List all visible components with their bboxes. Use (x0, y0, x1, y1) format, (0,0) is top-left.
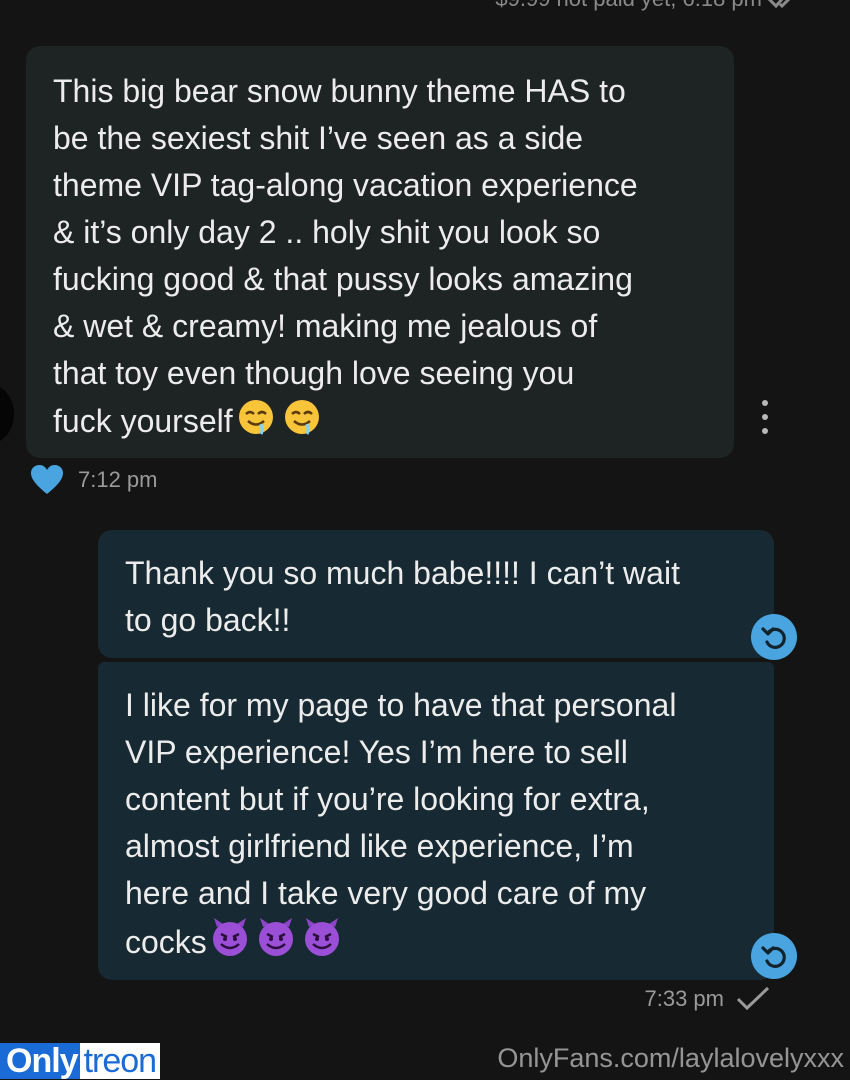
watermark-logo-part1: Only (0, 1043, 80, 1079)
watermark-logo-part2: treon (79, 1043, 161, 1079)
undo-icon[interactable] (751, 614, 797, 660)
double-check-icon (767, 0, 791, 9)
outgoing-message-bubble[interactable]: Thank you so much babe!!!! I can’t wait … (98, 530, 774, 658)
outgoing-message-bubble[interactable]: I like for my page to have that personal… (98, 662, 774, 980)
incoming-message-time: 7:12 pm (78, 467, 158, 492)
drooling-face-icon (236, 397, 326, 450)
incoming-message-text: This big bear snow bunny theme HAS to be… (53, 73, 638, 439)
outgoing-message-text: I like for my page to have that personal… (125, 687, 677, 960)
drooling-face-icon-1 (238, 400, 273, 435)
outgoing-message-time: 7:33 pm (644, 986, 725, 1011)
avatar[interactable] (0, 384, 14, 444)
undo-icon[interactable] (751, 933, 797, 979)
check-icon (736, 986, 770, 1011)
more-options-icon[interactable] (757, 400, 773, 434)
watermark-url: OnlyFans.com/laylalovelyxxx (497, 1043, 844, 1073)
heart-icon[interactable] (30, 464, 64, 496)
incoming-message-bubble[interactable]: This big bear snow bunny theme HAS to be… (26, 46, 734, 458)
top-status-text: $9.99 not paid yet, 6:18 pm (495, 0, 762, 11)
incoming-message-meta: 7:12 pm (30, 464, 158, 496)
smiling-face-with-horns-icon (210, 917, 346, 972)
outgoing-message-text: Thank you so much babe!!!! I can’t wait … (125, 555, 680, 638)
outgoing-message-meta: 7:33 pm (645, 986, 771, 1012)
watermark-logo: Only treon (0, 1043, 161, 1079)
top-status: $9.99 not paid yet, 6:18 pm (495, 0, 791, 12)
